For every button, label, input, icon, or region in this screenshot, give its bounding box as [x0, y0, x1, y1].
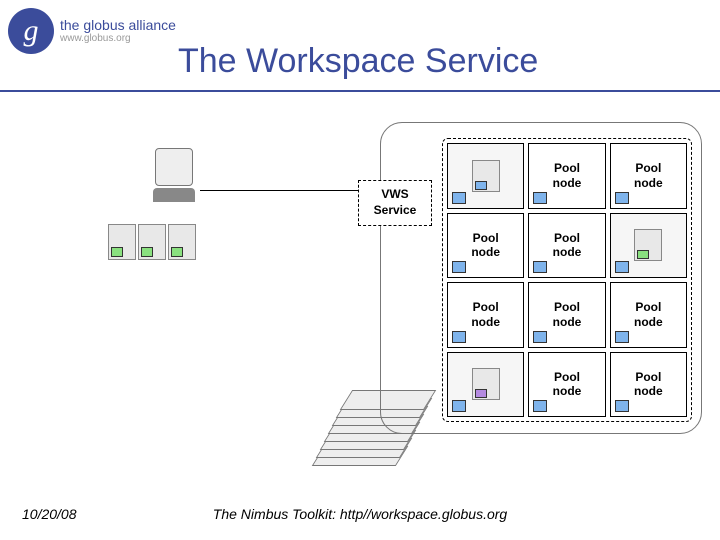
pool-label-line1: Pool	[554, 231, 580, 245]
pool-label-line1: Pool	[554, 161, 580, 175]
pool-grid: PoolnodePoolnodePoolnodePoolnodePoolnode…	[442, 138, 692, 422]
pool-node: Poolnode	[528, 352, 605, 418]
pool-node: Poolnode	[610, 143, 687, 209]
server-icon	[472, 368, 500, 400]
pool-label-line2: node	[471, 245, 500, 259]
pool-label-line1: Pool	[635, 161, 661, 175]
pool-node: Poolnode	[447, 213, 524, 279]
user-icon	[150, 148, 198, 208]
pool-node-with-vm	[447, 352, 524, 418]
connector-line	[200, 190, 358, 191]
brand-name: the globus alliance	[60, 18, 176, 33]
pool-label-line1: Pool	[635, 300, 661, 314]
vm-cluster-icon	[108, 224, 196, 260]
pool-node-with-vm	[447, 143, 524, 209]
pool-node: Poolnode	[610, 282, 687, 348]
pool-label-line2: node	[634, 176, 663, 190]
pool-node: Poolnode	[528, 282, 605, 348]
pool-label-line1: Pool	[635, 370, 661, 384]
pool-node: Poolnode	[447, 282, 524, 348]
brand-url: www.globus.org	[60, 33, 176, 44]
pool-label-line2: node	[471, 315, 500, 329]
pool-node: Poolnode	[528, 213, 605, 279]
pool-label-line1: Pool	[554, 300, 580, 314]
server-icon	[168, 224, 196, 260]
pool-label-line1: Pool	[473, 231, 499, 245]
pool-label-line2: node	[634, 315, 663, 329]
pool-label-line1: Pool	[554, 370, 580, 384]
pool-label-line1: Pool	[473, 300, 499, 314]
slide-footer: The Nimbus Toolkit: http//workspace.glob…	[0, 506, 720, 522]
pool-node-with-vm	[610, 213, 687, 279]
header-divider	[0, 90, 720, 92]
server-icon	[634, 229, 662, 261]
server-icon	[108, 224, 136, 260]
pool-node: Poolnode	[610, 352, 687, 418]
globus-logo-icon: g	[8, 8, 54, 54]
brand-text: the globus alliance www.globus.org	[60, 18, 176, 44]
vws-service-box: VWS Service	[358, 180, 432, 226]
slide-title: The Workspace Service	[178, 42, 538, 81]
pool-label-line2: node	[553, 315, 582, 329]
pool-label-line2: node	[634, 384, 663, 398]
server-icon	[138, 224, 166, 260]
pool-label-line2: node	[553, 245, 582, 259]
vws-label-line1: VWS	[359, 187, 431, 203]
brand-logo: g the globus alliance www.globus.org	[8, 8, 176, 54]
pool-node: Poolnode	[528, 143, 605, 209]
pool-label-line2: node	[553, 384, 582, 398]
pool-label-line2: node	[553, 176, 582, 190]
vws-label-line2: Service	[359, 203, 431, 219]
server-icon	[472, 160, 500, 192]
